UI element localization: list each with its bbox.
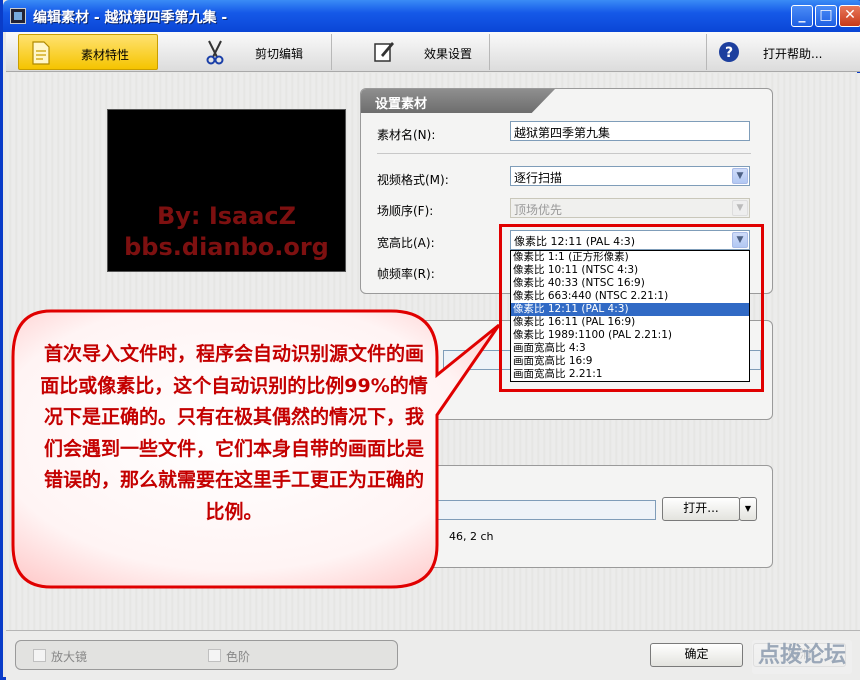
divider bbox=[377, 153, 751, 154]
film-icon bbox=[10, 8, 26, 24]
watermark-author: By: IsaacZ bbox=[156, 202, 297, 230]
chevron-down-icon: ▼ bbox=[732, 200, 748, 216]
forum-logo-watermark: 点拨论坛 bbox=[752, 640, 852, 674]
tab-label: 素材特性 bbox=[81, 48, 130, 62]
video-format-value: 逐行扫描 bbox=[514, 171, 563, 185]
open-menu-arrow[interactable]: ▼ bbox=[739, 497, 757, 521]
scissors-icon bbox=[206, 40, 224, 65]
aspect-option[interactable]: 画面宽高比 16:9 bbox=[511, 355, 749, 368]
field-order-select[interactable]: 顶场优先 ▼ bbox=[510, 198, 750, 218]
annotation-callout: 首次导入文件时，程序会自动识别源文件的画面比或像素比，这个自动识别的比例99%的… bbox=[11, 305, 501, 590]
aspect-option[interactable]: 像素比 663:440 (NTSC 2.21:1) bbox=[511, 290, 749, 303]
clip-name-input[interactable]: 越狱第四季第九集 bbox=[510, 121, 750, 141]
video-preview: By: IsaacZ bbs.dianbo.org bbox=[107, 109, 346, 272]
tab-label: 打开帮助... bbox=[763, 47, 823, 61]
aspect-ratio-label: 宽高比(A): bbox=[377, 236, 435, 250]
callout-text: 首次导入文件时，程序会自动识别源文件的画面比或像素比，这个自动识别的比例99%的… bbox=[40, 343, 428, 523]
window-title: 编辑素材 - 越狱第四季第九集 - bbox=[33, 10, 228, 26]
field-order-value: 顶场优先 bbox=[514, 203, 563, 217]
aspect-option[interactable]: 像素比 10:11 (NTSC 4:3) bbox=[511, 264, 749, 277]
aspect-ratio-dropdown: 像素比 1:1 (正方形像素) 像素比 10:11 (NTSC 4:3) 像素比… bbox=[510, 250, 750, 382]
ok-button[interactable]: 确定 bbox=[650, 643, 743, 667]
magnifier-label: 放大镜 bbox=[51, 650, 88, 664]
watermark-site: bbs.dianbo.org bbox=[124, 233, 329, 261]
chevron-down-icon: ▼ bbox=[732, 168, 748, 184]
tab-trim-edit[interactable]: 剪切编辑 bbox=[189, 34, 332, 70]
maximize-button[interactable]: □ bbox=[815, 5, 837, 27]
minimize-button[interactable]: _ bbox=[791, 5, 813, 27]
aspect-option-selected[interactable]: 像素比 12:11 (PAL 4:3) bbox=[511, 303, 749, 316]
aspect-option[interactable]: 像素比 1:1 (正方形像素) bbox=[511, 251, 749, 264]
chevron-down-icon: ▼ bbox=[732, 232, 748, 248]
clip-name-label: 素材名(N): bbox=[377, 128, 436, 142]
frame-rate-label: 帧频率(R): bbox=[377, 267, 435, 281]
open-file-button[interactable]: 打开... bbox=[662, 497, 740, 521]
video-format-label: 视频格式(M): bbox=[377, 173, 449, 187]
aspect-option[interactable]: 像素比 16:11 (PAL 16:9) bbox=[511, 316, 749, 329]
aspect-option[interactable]: 像素比 1989:1100 (PAL 2.21:1) bbox=[511, 329, 749, 342]
open-help-button[interactable]: ? 打开帮助... bbox=[706, 34, 860, 70]
aspect-ratio-select[interactable]: 像素比 12:11 (PAL 4:3) ▼ bbox=[510, 230, 750, 250]
magnifier-checkbox[interactable] bbox=[33, 649, 46, 662]
tab-clip-properties[interactable]: 素材特性 bbox=[18, 34, 158, 70]
svg-text:?: ? bbox=[725, 45, 733, 61]
close-button[interactable]: ✕ bbox=[839, 5, 860, 27]
edit-icon bbox=[374, 42, 394, 62]
levels-checkbox[interactable] bbox=[208, 649, 221, 662]
video-format-select[interactable]: 逐行扫描 ▼ bbox=[510, 166, 750, 186]
document-icon bbox=[32, 41, 50, 65]
tab-label: 剪切编辑 bbox=[255, 47, 304, 61]
aspect-option[interactable]: 画面宽高比 4:3 bbox=[511, 342, 749, 355]
field-order-label: 场顺序(F): bbox=[377, 204, 434, 218]
app-window: 编辑素材 - 越狱第四季第九集 - _ □ ✕ 素材特性 剪切编辑 效果设置 ?… bbox=[0, 0, 860, 680]
panel-header: 设置素材 bbox=[361, 89, 555, 113]
title-bar[interactable]: 编辑素材 - 越狱第四季第九集 - _ □ ✕ bbox=[3, 0, 860, 32]
aspect-ratio-value: 像素比 12:11 (PAL 4:3) bbox=[514, 235, 636, 248]
help-icon: ? bbox=[719, 42, 739, 62]
levels-label: 色阶 bbox=[226, 650, 251, 664]
tab-effects[interactable]: 效果设置 bbox=[332, 34, 490, 70]
toolbar: 素材特性 剪切编辑 效果设置 ? 打开帮助... bbox=[6, 32, 860, 72]
aspect-option[interactable]: 画面宽高比 2.21:1 bbox=[511, 368, 749, 381]
aspect-option[interactable]: 像素比 40:33 (NTSC 16:9) bbox=[511, 277, 749, 290]
tab-label: 效果设置 bbox=[424, 47, 473, 61]
